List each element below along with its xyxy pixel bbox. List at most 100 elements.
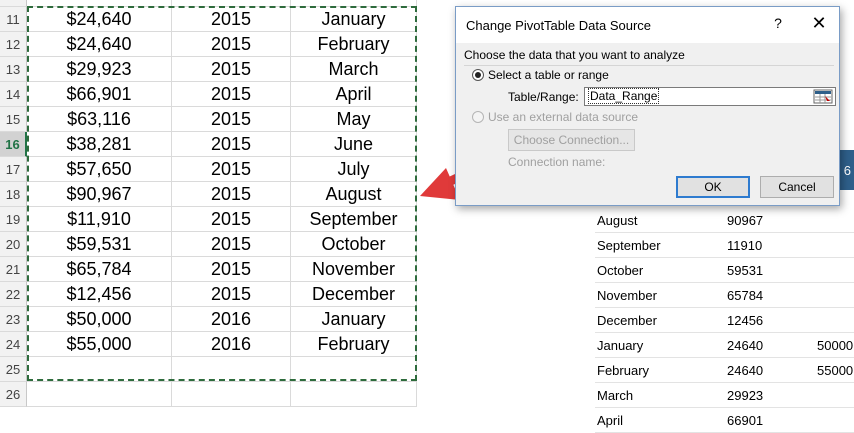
range-selector-icon[interactable] (813, 89, 833, 104)
external-source-radio[interactable] (472, 111, 484, 123)
cell-sales[interactable]: $50,000 (27, 307, 172, 332)
cell-year[interactable]: 2015 (172, 232, 291, 257)
cell-year[interactable]: 2016 (172, 307, 291, 332)
row-header[interactable]: 13 (0, 57, 27, 82)
cell-sales[interactable]: $63,116 (27, 107, 172, 132)
row-header[interactable]: 12 (0, 32, 27, 57)
pivot-cell-v2015[interactable]: 12456 (725, 308, 815, 333)
cell-month[interactable]: September (291, 207, 417, 232)
cell-sales[interactable]: $38,281 (27, 132, 172, 157)
cell-month[interactable]: October (291, 232, 417, 257)
cell-month[interactable]: August (291, 182, 417, 207)
cell-month[interactable]: April (291, 82, 417, 107)
cell-year[interactable]: 2015 (172, 7, 291, 32)
cell-month[interactable]: January (291, 7, 417, 32)
row-header[interactable]: 16 (0, 132, 27, 157)
cell-year[interactable]: 2016 (172, 332, 291, 357)
pivot-cell-v2015[interactable]: 29923 (725, 383, 815, 408)
empty-cell[interactable] (27, 357, 172, 382)
empty-cell[interactable] (291, 357, 417, 382)
select-table-radio[interactable] (472, 69, 484, 81)
cell-year[interactable]: 2015 (172, 207, 291, 232)
cell-sales[interactable]: $90,967 (27, 182, 172, 207)
cell-year[interactable]: 2015 (172, 157, 291, 182)
select-table-label[interactable]: Select a table or range (488, 68, 609, 82)
pivot-cell-v2015[interactable]: 59531 (725, 258, 815, 283)
row-header[interactable]: 14 (0, 82, 27, 107)
row-header[interactable]: 10 (0, 0, 27, 7)
cell-month[interactable]: July (291, 157, 417, 182)
cell-sales[interactable]: $24,640 (27, 32, 172, 57)
pivot-cell-v2015[interactable]: 11910 (725, 233, 815, 258)
row-header[interactable]: 24 (0, 332, 27, 357)
pivot-cell-v2015[interactable]: 66901 (725, 408, 815, 433)
close-icon[interactable]: ✕ (808, 13, 830, 34)
row-header[interactable]: 17 (0, 157, 27, 182)
row-header[interactable]: 18 (0, 182, 27, 207)
empty-cell[interactable] (27, 382, 172, 407)
cell-month[interactable]: May (291, 107, 417, 132)
cell-sales[interactable]: $59,531 (27, 232, 172, 257)
empty-cell[interactable] (172, 382, 291, 407)
choose-connection-button[interactable]: Choose Connection... (508, 129, 635, 151)
cell-sales[interactable]: $24,640 (27, 7, 172, 32)
row-header[interactable]: 26 (0, 382, 27, 407)
cell-sales[interactable]: $12,456 (27, 282, 172, 307)
row-header[interactable]: 20 (0, 232, 27, 257)
pivot-cell-month[interactable]: April (595, 408, 725, 433)
pivot-cell-v2015[interactable]: 24640 (725, 358, 815, 383)
ok-button[interactable]: OK (676, 176, 750, 198)
cell-month[interactable]: February (291, 332, 417, 357)
cell-month[interactable]: December (291, 282, 417, 307)
cell-year[interactable]: 2015 (172, 282, 291, 307)
cancel-button[interactable]: Cancel (760, 176, 834, 198)
pivot-cell-month[interactable]: December (595, 308, 725, 333)
cell-year[interactable]: 2015 (172, 57, 291, 82)
pivot-cell-v2016[interactable] (815, 408, 854, 433)
pivot-cell-v2016[interactable] (815, 233, 854, 258)
cell-month[interactable]: March (291, 57, 417, 82)
column-header-sales[interactable]: SALES (27, 0, 172, 7)
pivot-cell-month[interactable]: September (595, 233, 725, 258)
empty-cell[interactable] (291, 382, 417, 407)
column-header-month[interactable]: MONTH (291, 0, 417, 7)
external-source-label[interactable]: Use an external data source (488, 110, 638, 124)
cell-sales[interactable]: $57,650 (27, 157, 172, 182)
cell-sales[interactable]: $66,901 (27, 82, 172, 107)
cell-sales[interactable]: $65,784 (27, 257, 172, 282)
pivot-cell-v2015[interactable]: 90967 (725, 208, 815, 233)
cell-sales[interactable]: $29,923 (27, 57, 172, 82)
cell-month[interactable]: February (291, 32, 417, 57)
pivot-cell-v2016[interactable]: 55000 (815, 358, 854, 383)
pivot-cell-month[interactable]: February (595, 358, 725, 383)
row-header[interactable]: 19 (0, 207, 27, 232)
cell-year[interactable]: 2015 (172, 182, 291, 207)
pivot-cell-month[interactable]: January (595, 333, 725, 358)
column-header-year[interactable]: YEAR (172, 0, 291, 7)
row-header[interactable]: 11 (0, 7, 27, 32)
pivot-cell-month[interactable]: October (595, 258, 725, 283)
pivot-cell-v2016[interactable] (815, 208, 854, 233)
pivot-cell-v2016[interactable] (815, 383, 854, 408)
cell-sales[interactable]: $55,000 (27, 332, 172, 357)
cell-month[interactable]: November (291, 257, 417, 282)
cell-year[interactable]: 2015 (172, 32, 291, 57)
row-header[interactable]: 15 (0, 107, 27, 132)
cell-year[interactable]: 2015 (172, 82, 291, 107)
pivot-cell-v2015[interactable]: 65784 (725, 283, 815, 308)
pivot-cell-month[interactable]: November (595, 283, 725, 308)
pivot-cell-v2016[interactable] (815, 258, 854, 283)
cell-year[interactable]: 2015 (172, 132, 291, 157)
table-range-input[interactable]: Data_Range (584, 87, 836, 106)
row-header[interactable]: 21 (0, 257, 27, 282)
help-icon[interactable]: ? (768, 15, 788, 31)
row-header[interactable]: 23 (0, 307, 27, 332)
cell-month[interactable]: January (291, 307, 417, 332)
pivot-cell-v2016[interactable] (815, 283, 854, 308)
row-header[interactable]: 25 (0, 357, 27, 382)
cell-month[interactable]: June (291, 132, 417, 157)
pivot-cell-v2015[interactable]: 24640 (725, 333, 815, 358)
cell-sales[interactable]: $11,910 (27, 207, 172, 232)
pivot-cell-month[interactable]: August (595, 208, 725, 233)
cell-year[interactable]: 2015 (172, 107, 291, 132)
